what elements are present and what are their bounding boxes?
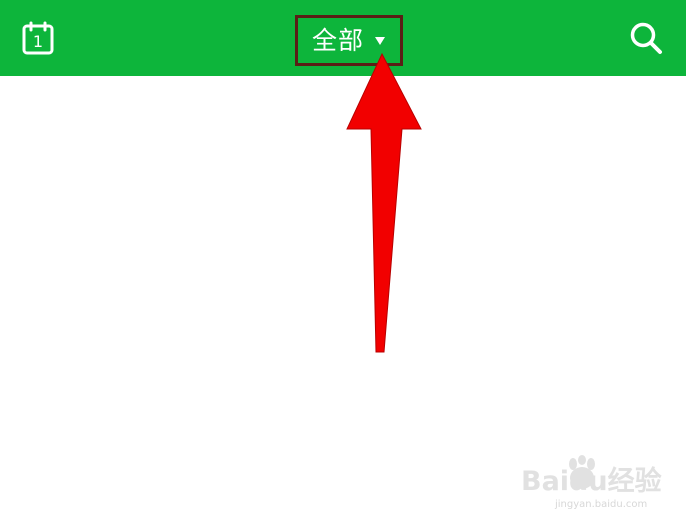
annotation-red-arrow	[346, 52, 422, 353]
app-screen: 1 全部 Baidu经验 jingyan.baidu.com	[0, 0, 686, 532]
search-button[interactable]	[628, 20, 664, 56]
search-icon	[630, 22, 662, 54]
caret-down-icon	[375, 36, 385, 45]
calendar-icon: 1	[22, 21, 54, 55]
calendar-button[interactable]: 1	[20, 20, 56, 56]
category-filter-label: 全部	[311, 26, 364, 55]
calendar-day-number: 1	[33, 32, 43, 51]
